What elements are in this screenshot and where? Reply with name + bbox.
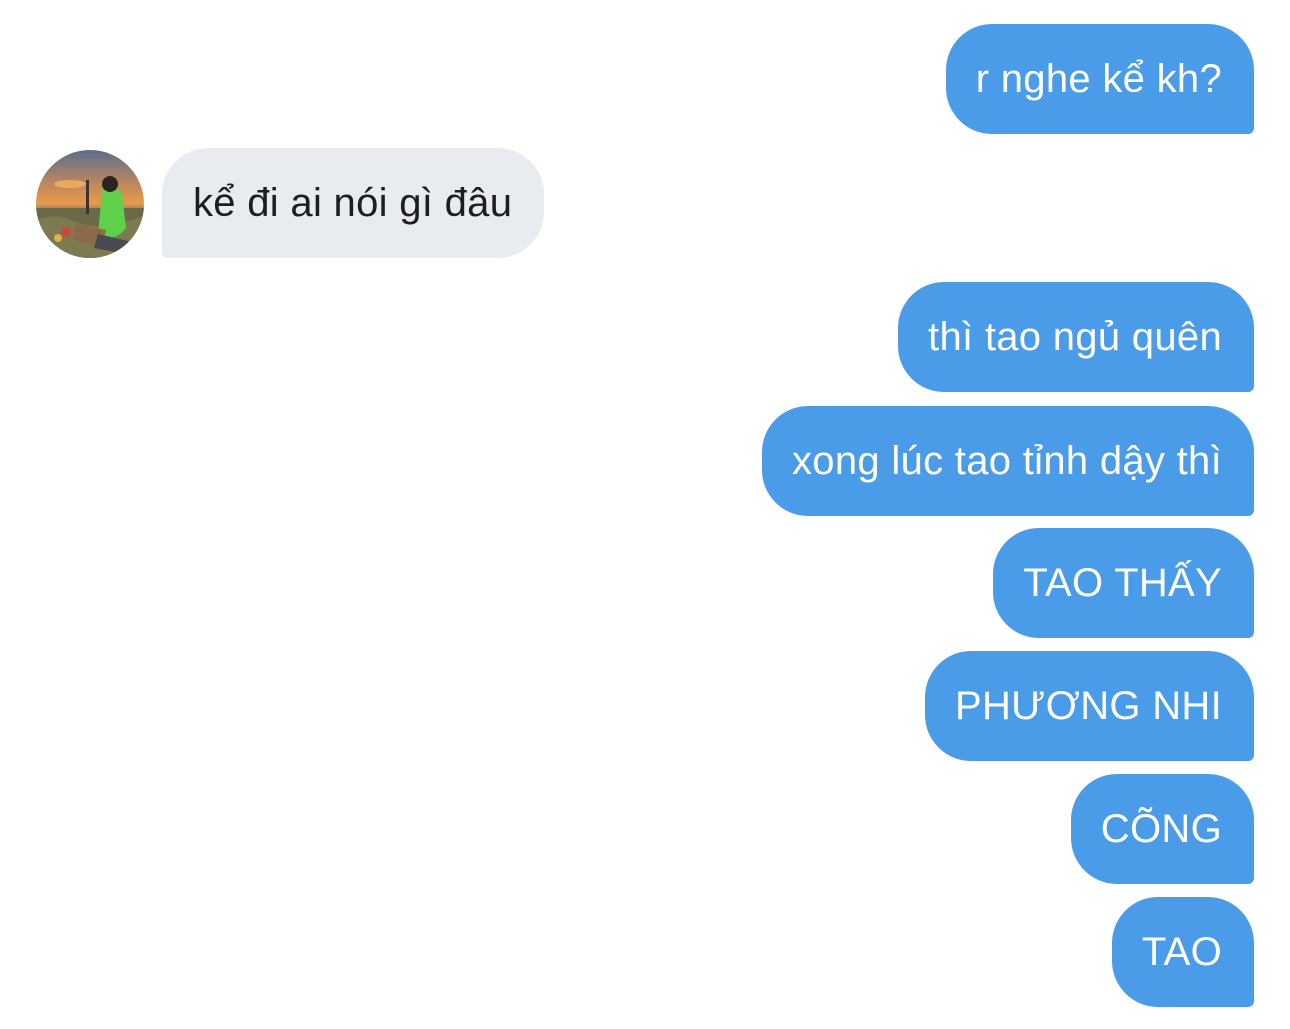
message-bubble-outgoing[interactable]: PHƯƠNG NHI xyxy=(924,651,1254,761)
message-bubble-outgoing[interactable]: thì tao ngủ quên xyxy=(898,282,1254,392)
message-text: TAO xyxy=(1141,929,1222,974)
message-text: TAO THẤY xyxy=(1023,560,1222,605)
message-text: CÕNG xyxy=(1100,806,1222,851)
contact-avatar[interactable] xyxy=(36,150,144,258)
message-bubble-outgoing[interactable]: TAO xyxy=(1111,897,1254,1007)
message-text: kể đi ai nói gì đâu xyxy=(193,180,513,225)
message-bubble-outgoing[interactable]: r nghe kể kh? xyxy=(945,24,1254,134)
message-bubble-outgoing[interactable]: xong lúc tao tỉnh dậy thì xyxy=(762,406,1254,516)
message-bubble-outgoing[interactable]: TAO THẤY xyxy=(993,528,1254,638)
avatar-photo xyxy=(36,150,144,258)
message-bubble-outgoing[interactable]: CÕNG xyxy=(1070,774,1254,884)
message-text: xong lúc tao tỉnh dậy thì xyxy=(792,438,1222,483)
message-bubble-incoming[interactable]: kể đi ai nói gì đâu xyxy=(162,148,545,258)
message-text: PHƯƠNG NHI xyxy=(954,683,1222,728)
message-text: r nghe kể kh? xyxy=(975,56,1222,101)
message-text: thì tao ngủ quên xyxy=(928,314,1222,359)
message-thread: r nghe kể kh? kể đi ai nói gì đâu thì ta… xyxy=(0,0,1290,1029)
